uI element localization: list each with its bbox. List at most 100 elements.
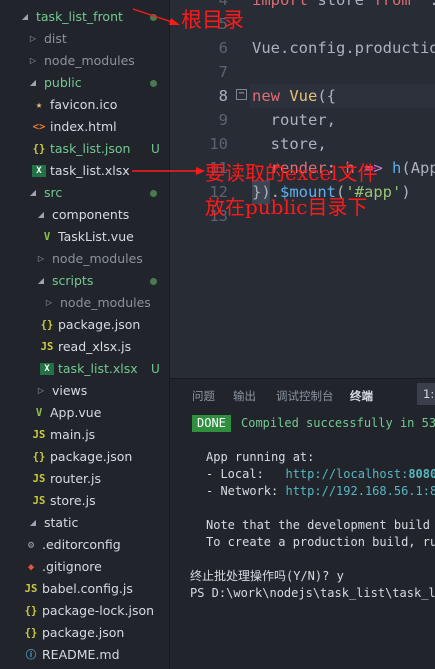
network-line: - Network: http://192.168.56.1:8080/: [206, 483, 435, 500]
excel-icon: X: [32, 165, 46, 177]
code-line[interactable]: new Vue({: [252, 84, 336, 108]
code-editor[interactable]: − 4import store from './store'56Vue.conf…: [170, 0, 435, 378]
explorer-item-label: README.md: [42, 647, 120, 662]
js-icon: JS: [32, 429, 46, 441]
chevron-down-icon[interactable]: ◢: [28, 182, 38, 204]
code-token: h: [392, 159, 402, 177]
explorer-item[interactable]: ◢ static: [0, 512, 169, 534]
line-number: 7: [218, 63, 228, 81]
git-status-dot: [150, 14, 157, 21]
explorer-item-label: package.json: [58, 317, 141, 332]
local-url[interactable]: http://localhost:: [285, 467, 408, 481]
explorer-item-label: scripts: [52, 273, 94, 288]
explorer-item[interactable]: {} package-lock.json: [0, 600, 169, 622]
explorer-item[interactable]: {} package.json: [0, 622, 169, 644]
explorer-item[interactable]: V TaskList.vue: [0, 226, 169, 248]
explorer-item-label: task_list.json: [50, 141, 131, 156]
explorer-item[interactable]: ◢ src: [0, 182, 169, 204]
line-number: 10: [209, 135, 228, 153]
code-token: ): [401, 183, 411, 201]
tab-terminal[interactable]: 终端: [350, 387, 373, 405]
code-token: Vue: [289, 87, 318, 105]
explorer-item[interactable]: ◢ task_list_front: [0, 6, 169, 28]
js-icon: JS: [32, 473, 46, 485]
code-token: import: [252, 0, 308, 9]
explorer-item[interactable]: {} package.json: [0, 446, 169, 468]
explorer-item[interactable]: ▷ node_modules: [0, 248, 169, 270]
annotation-public-dir: 放在public目录下: [205, 195, 368, 219]
explorer-item-label: .gitignore: [42, 559, 102, 574]
explorer-item[interactable]: ▷ dist: [0, 28, 169, 50]
tab-output[interactable]: 输出: [233, 387, 256, 405]
code-line[interactable]: store,: [252, 132, 327, 156]
explorer-item[interactable]: ▷ views: [0, 380, 169, 402]
explorer-sidebar: ◢ task_list_front ▷ dist ▷ node_modules ◢ publi…: [0, 0, 170, 669]
git-status-dot: [150, 80, 157, 87]
explorer-item[interactable]: ◢ public: [0, 72, 169, 94]
explorer-item[interactable]: JS main.js: [0, 424, 169, 446]
vue-icon: V: [35, 407, 43, 419]
terminal-panel: 问题 输出 调试控制台 终端 1: DONE Compiled successf…: [170, 378, 435, 669]
code-line[interactable]: router,: [252, 108, 336, 132]
explorer-item-label: task_list_front: [36, 9, 123, 24]
explorer-item[interactable]: ★ favicon.ico: [0, 94, 169, 116]
tab-debug-console[interactable]: 调试控制台: [276, 387, 334, 405]
explorer-item[interactable]: Xtask_list.xlsx: [0, 160, 169, 182]
json-icon: {}: [32, 451, 46, 463]
vue-icon: V: [43, 231, 51, 243]
chevron-down-icon[interactable]: ◢: [28, 72, 38, 94]
explorer-item-label: package-lock.json: [42, 603, 155, 618]
explorer-item[interactable]: ▷ node_modules: [0, 50, 169, 72]
explorer-item[interactable]: JS read_xlsx.js: [0, 336, 169, 358]
line-number: 6: [218, 39, 228, 57]
git-status-dot: [150, 278, 157, 285]
explorer-item-label: router.js: [50, 471, 101, 486]
network-url[interactable]: http://192.168.56.1:8080/: [285, 484, 435, 498]
explorer-item[interactable]: ◆ .gitignore: [0, 556, 169, 578]
explorer-item-label: store.js: [50, 493, 96, 508]
explorer-item[interactable]: V App.vue: [0, 402, 169, 424]
chevron-down-icon[interactable]: ◢: [28, 512, 38, 534]
explorer-item[interactable]: JS store.js: [0, 490, 169, 512]
explorer-item[interactable]: ◢ components: [0, 204, 169, 226]
gear-icon: ⚙: [27, 539, 35, 551]
chevron-right-icon[interactable]: ▷: [36, 248, 46, 270]
explorer-item[interactable]: ◢ scripts: [0, 270, 169, 292]
code-token: store,: [252, 135, 327, 153]
explorer-item[interactable]: JS router.js: [0, 468, 169, 490]
shell-prompt[interactable]: PS D:\work\nodejs\task_list\task_list_fr…: [190, 585, 435, 602]
js-icon: JS: [40, 341, 54, 353]
explorer-item-label: babel.config.js: [42, 581, 133, 596]
explorer-item[interactable]: ⓘ README.md: [0, 644, 169, 666]
git-icon: ◆: [27, 561, 35, 573]
chevron-down-icon[interactable]: ◢: [36, 270, 46, 292]
explorer-item[interactable]: <> index.html: [0, 116, 169, 138]
code-line[interactable]: import store from './store': [252, 0, 435, 12]
tab-problems[interactable]: 问题: [192, 387, 215, 405]
chevron-right-icon[interactable]: ▷: [28, 50, 38, 72]
explorer-item[interactable]: ⚙ .editorconfig: [0, 534, 169, 556]
note-line-2: To create a production build, run npm ru…: [206, 535, 435, 549]
explorer-item[interactable]: {} task_list.json U: [0, 138, 169, 160]
terminate-prompt: 终止批处理操作吗(Y/N)? y: [190, 569, 344, 583]
chevron-down-icon[interactable]: ◢: [20, 6, 30, 28]
annotation-excel-file: 要读取的excel文件: [205, 161, 378, 185]
explorer-item-label: task_list.xlsx: [50, 163, 130, 178]
chevron-right-icon[interactable]: ▷: [28, 28, 38, 50]
chevron-right-icon[interactable]: ▷: [44, 292, 54, 314]
explorer-item[interactable]: JS babel.config.js: [0, 578, 169, 600]
explorer-item-label: read_xlsx.js: [58, 339, 132, 354]
git-untracked-badge: U: [151, 362, 160, 376]
explorer-item[interactable]: Xtask_list.xlsx U: [0, 358, 169, 380]
terminal-selector[interactable]: 1:: [417, 383, 435, 405]
explorer-item[interactable]: ▷ node_modules: [0, 292, 169, 314]
explorer-item-label: App.vue: [50, 405, 102, 420]
explorer-item-label: main.js: [50, 427, 96, 442]
chevron-down-icon[interactable]: ◢: [36, 204, 46, 226]
explorer-item-label: task_list.xlsx: [58, 361, 138, 376]
chevron-right-icon[interactable]: ▷: [36, 380, 46, 402]
html-icon: <>: [32, 121, 46, 133]
code-line[interactable]: Vue.config.productionTip = false: [252, 36, 435, 60]
explorer-item[interactable]: {} package.json: [0, 314, 169, 336]
fold-icon[interactable]: −: [236, 89, 247, 100]
